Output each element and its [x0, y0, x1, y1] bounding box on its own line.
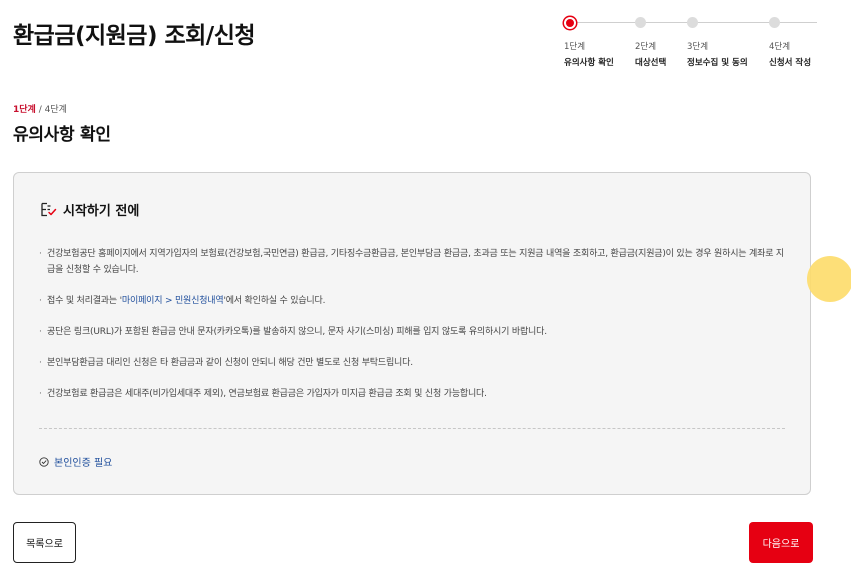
- section-title: 유의사항 확인: [13, 125, 111, 145]
- step-3-label: 정보수집 및 동의: [687, 58, 748, 68]
- checklist-icon: [41, 202, 57, 217]
- step-2-number: 2단계: [635, 42, 657, 52]
- next-button[interactable]: 다음으로: [749, 522, 813, 563]
- dashed-divider: [39, 428, 785, 429]
- notice-item: 건강보험료 환급금은 세대주(비가입세대주 제외), 연금보험료 환급금은 가입…: [39, 386, 791, 402]
- notice-title: 시작하기 전에: [63, 204, 140, 219]
- notice-item: 건강보험공단 홈페이지에서 지역가입자의 보험료(건강보험,국민연금) 환급금,…: [39, 246, 791, 278]
- notice-item: 공단은 링크(URL)가 포함된 환급금 안내 문자(카카오톡)를 발송하지 않…: [39, 324, 791, 340]
- step-separator: /: [35, 105, 45, 115]
- step-4-dot: [769, 17, 780, 28]
- page-title: 환급금(지원금) 조회/신청: [13, 23, 256, 49]
- notice-item: 접수 및 처리결과는 '마이페이지 > 민원신청내역'에서 확인하실 수 있습니…: [39, 293, 791, 309]
- notice-item: 본인부담환급금 대리인 신청은 타 환급금과 같이 신청이 안되니 해당 건만 …: [39, 355, 791, 371]
- current-step: 1단계: [13, 105, 36, 115]
- auth-required-row: 본인인증 필요: [39, 454, 112, 469]
- step-3-number: 3단계: [687, 42, 709, 52]
- step-2-dot: [635, 17, 646, 28]
- step-1-label: 유의사항 확인: [564, 58, 614, 68]
- step-2-label: 대상선택: [635, 58, 667, 68]
- floating-circle: [807, 256, 851, 302]
- notice-text: 접수 및 처리결과는 ': [47, 296, 122, 306]
- step-indicator: 1단계 / 4단계: [13, 102, 67, 115]
- step-3-dot: [687, 17, 698, 28]
- check-circle-icon: [39, 456, 49, 467]
- auth-required-text: 본인인증 필요: [54, 458, 113, 469]
- back-to-list-button[interactable]: 목록으로: [13, 522, 76, 563]
- total-steps: 4단계: [44, 105, 67, 115]
- step-4-number: 4단계: [769, 42, 791, 52]
- progress-stepper: 1단계 유의사항 확인 2단계 대상선택 3단계 정보수집 및 동의 4단계 신…: [560, 14, 820, 74]
- notice-text: '에서 확인하실 수 있습니다.: [223, 296, 326, 306]
- notice-box: 시작하기 전에 건강보험공단 홈페이지에서 지역가입자의 보험료(건강보험,국민…: [13, 172, 811, 495]
- step-1-dot: [564, 17, 576, 29]
- notice-list: 건강보험공단 홈페이지에서 지역가입자의 보험료(건강보험,국민연금) 환급금,…: [39, 246, 791, 417]
- step-1-number: 1단계: [564, 42, 586, 52]
- mypage-complaint-link[interactable]: 마이페이지 > 민원신청내역: [122, 296, 224, 306]
- notice-header: 시작하기 전에: [40, 200, 139, 219]
- step-4-label: 신청서 작성: [769, 58, 812, 68]
